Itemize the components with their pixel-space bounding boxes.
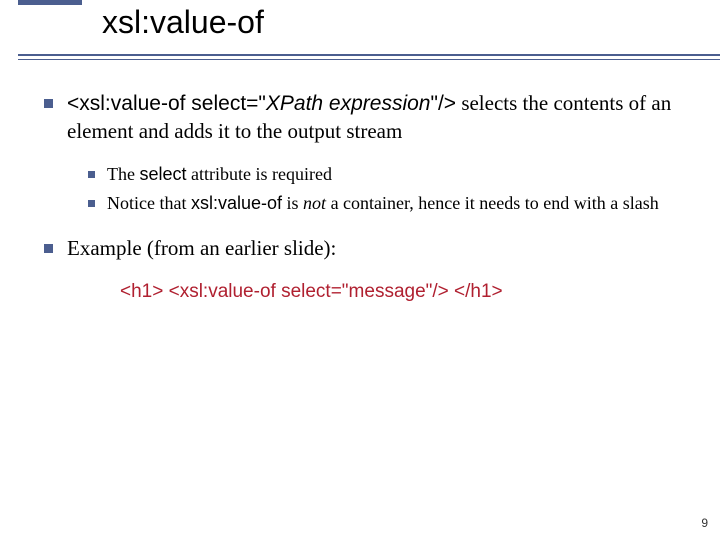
code-fragment: "/> xyxy=(431,92,457,115)
title-bar: xsl:value-of xyxy=(18,0,720,68)
code-fragment: select xyxy=(139,164,186,184)
bullet-square-icon xyxy=(44,244,53,253)
bullet-square-icon xyxy=(88,200,95,207)
bullet-item: Example (from an earlier slide): xyxy=(44,235,676,262)
slide-title: xsl:value-of xyxy=(102,4,264,41)
text-fragment: a container, hence it needs to end with … xyxy=(326,193,659,213)
bullet-text: The select attribute is required xyxy=(107,163,676,186)
text-fragment: is xyxy=(282,193,303,213)
text-fragment: Example (from an earlier slide): xyxy=(67,236,336,260)
bullet-item: Notice that xsl:value-of is not a contai… xyxy=(88,192,676,215)
bullet-text: <xsl:value-of select="XPath expression"/… xyxy=(67,90,676,145)
text-fragment: The xyxy=(107,164,139,184)
spacer xyxy=(44,221,676,235)
bullet-square-icon xyxy=(44,99,53,108)
title-underline xyxy=(18,54,720,56)
slide-body: <xsl:value-of select="XPath expression"/… xyxy=(0,68,720,304)
title-accent-top xyxy=(18,0,82,5)
text-fragment: Notice that xyxy=(107,193,191,213)
example-code: <h1> <xsl:value-of select="message"/> </… xyxy=(120,280,676,304)
bullet-text: Notice that xsl:value-of is not a contai… xyxy=(107,192,676,215)
bullet-item: <xsl:value-of select="XPath expression"/… xyxy=(44,90,676,145)
text-fragment: attribute is required xyxy=(187,164,332,184)
code-fragment: <xsl:value-of select=" xyxy=(67,92,266,115)
bullet-square-icon xyxy=(88,171,95,178)
italic-fragment: not xyxy=(303,193,326,213)
page-number: 9 xyxy=(701,516,708,530)
code-fragment-italic: XPath expression xyxy=(266,92,431,115)
bullet-item: The select attribute is required xyxy=(88,163,676,186)
slide: xsl:value-of <xsl:value-of select="XPath… xyxy=(0,0,720,540)
code-line: <h1> <xsl:value-of select="message"/> </… xyxy=(120,281,503,302)
bullet-text: Example (from an earlier slide): xyxy=(67,235,676,262)
code-fragment: xsl:value-of xyxy=(191,193,282,213)
